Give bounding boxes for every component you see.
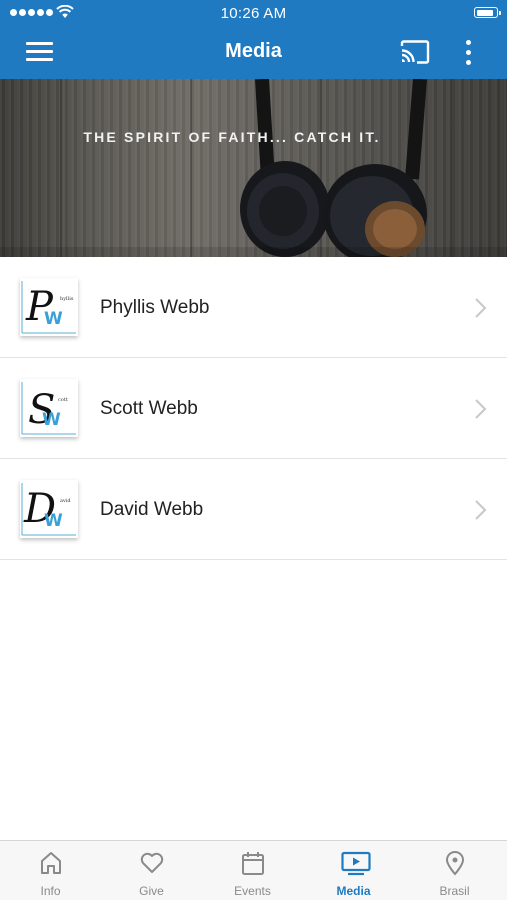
svg-text:cott: cott bbox=[58, 397, 68, 403]
tab-info[interactable]: Info bbox=[0, 841, 101, 901]
chevron-right-icon bbox=[475, 399, 487, 419]
list-item-phyllis-webb[interactable]: P hyllis W Phyllis Webb bbox=[0, 257, 507, 358]
page-title: Media bbox=[225, 40, 282, 62]
headphones-image bbox=[0, 79, 507, 257]
chevron-right-icon bbox=[475, 500, 487, 520]
svg-text:avid: avid bbox=[60, 498, 71, 504]
tab-events[interactable]: Events bbox=[202, 841, 303, 901]
header-bar: Media bbox=[0, 26, 507, 79]
tab-media[interactable]: Media bbox=[303, 841, 404, 901]
david-webb-logo: D avid W bbox=[20, 480, 78, 538]
tab-label: Brasil bbox=[439, 884, 470, 898]
tab-label: Events bbox=[234, 884, 271, 898]
media-list: P hyllis W Phyllis Webb S cott W Scott W… bbox=[0, 257, 507, 560]
cast-icon[interactable] bbox=[400, 40, 430, 64]
tab-label: Media bbox=[336, 884, 371, 898]
list-item-label: David Webb bbox=[100, 499, 204, 520]
hero-banner: THE SPIRIT OF FAITH... CATCH IT. bbox=[0, 79, 507, 257]
bottom-tab-bar: Info Give Events Media Brasil bbox=[0, 840, 507, 900]
list-item-label: Phyllis Webb bbox=[100, 297, 210, 318]
banner-tagline: THE SPIRIT OF FAITH... CATCH IT. bbox=[83, 129, 381, 145]
calendar-icon bbox=[242, 852, 264, 875]
list-item-scott-webb[interactable]: S cott W Scott Webb bbox=[0, 358, 507, 459]
chevron-right-icon bbox=[475, 298, 487, 318]
location-pin-icon bbox=[445, 851, 465, 876]
list-item-label: Scott Webb bbox=[100, 398, 198, 419]
home-icon bbox=[41, 852, 61, 874]
play-screen-icon bbox=[341, 851, 371, 876]
battery-icon bbox=[474, 7, 501, 18]
tab-give[interactable]: Give bbox=[101, 841, 202, 901]
svg-text:hyllis: hyllis bbox=[60, 296, 74, 302]
tab-brasil[interactable]: Brasil bbox=[404, 841, 505, 901]
status-time: 10:26 AM bbox=[220, 5, 287, 22]
tab-label: Info bbox=[40, 884, 61, 898]
more-vertical-icon[interactable] bbox=[466, 40, 472, 66]
svg-text:W: W bbox=[44, 511, 63, 531]
svg-text:W: W bbox=[44, 309, 63, 329]
status-bar: 10:26 AM bbox=[0, 0, 507, 26]
scott-webb-logo: S cott W bbox=[20, 379, 78, 437]
heart-icon bbox=[140, 852, 164, 873]
svg-text:W: W bbox=[42, 410, 61, 430]
list-item-david-webb[interactable]: D avid W David Webb bbox=[0, 459, 507, 560]
tab-label: Give bbox=[139, 884, 164, 898]
phyllis-webb-logo: P hyllis W bbox=[20, 278, 78, 336]
